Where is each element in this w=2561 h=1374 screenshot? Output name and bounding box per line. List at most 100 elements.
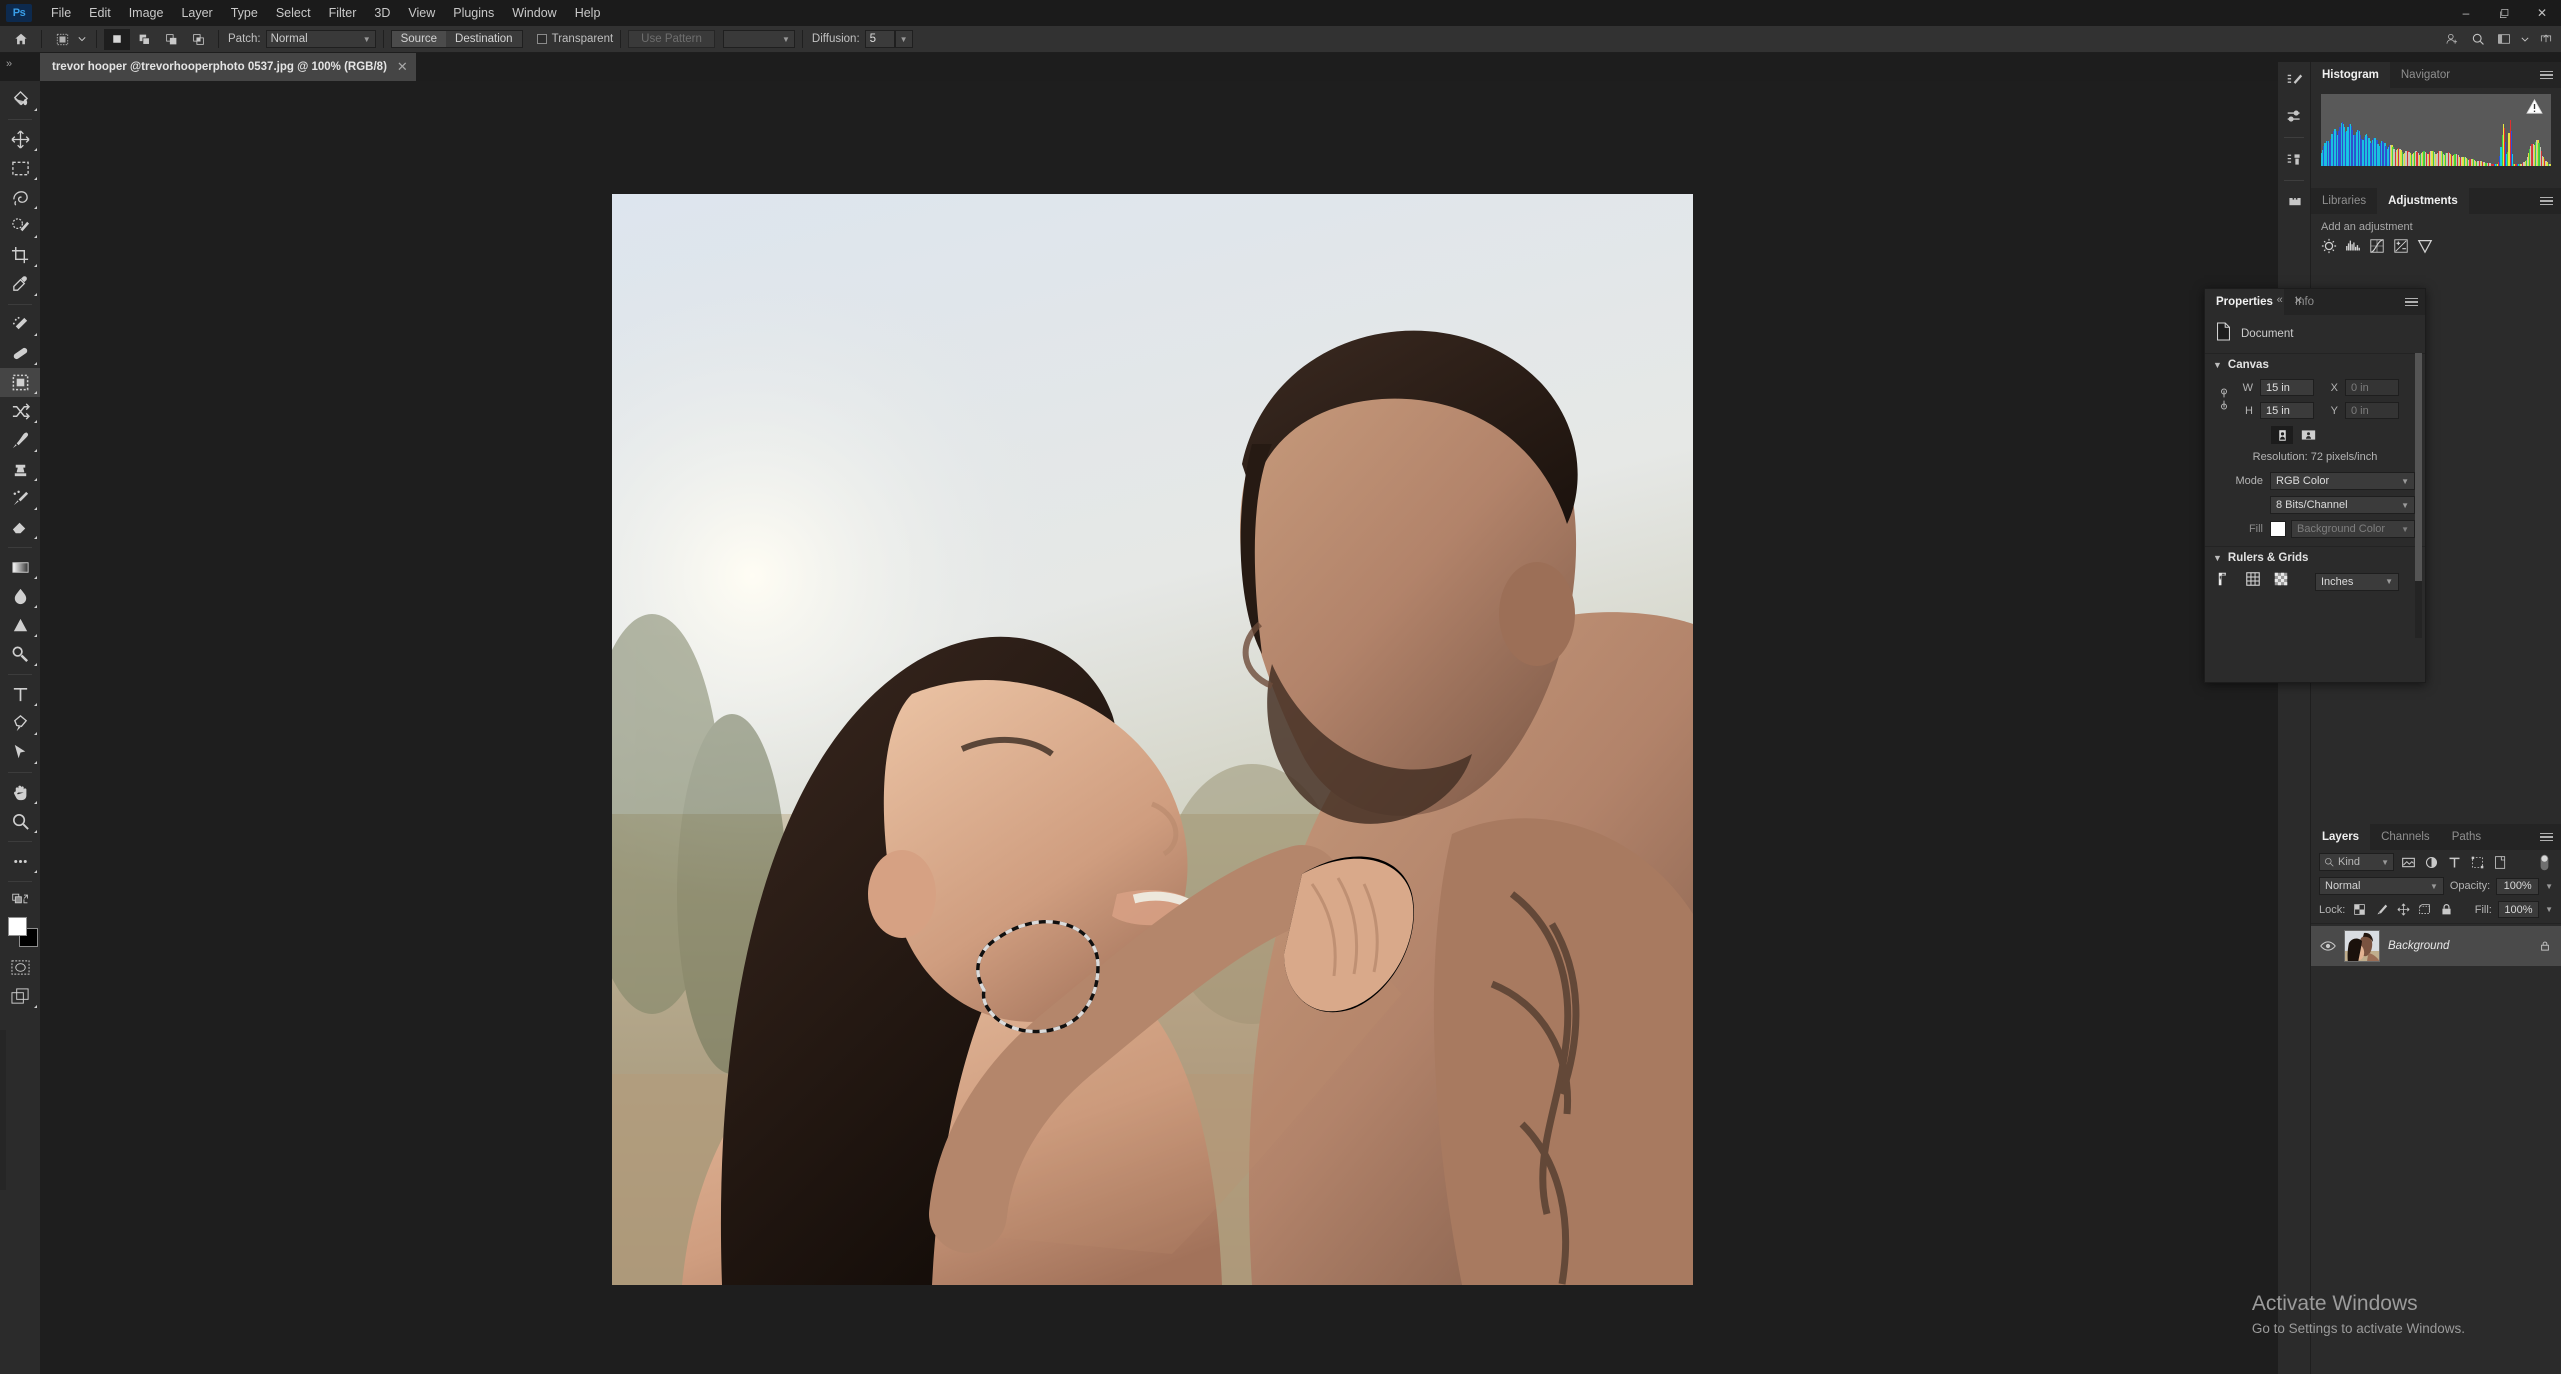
tab-navigator[interactable]: Navigator	[2390, 62, 2461, 88]
lock-icon[interactable]	[2536, 938, 2553, 955]
destination-button[interactable]: Destination	[446, 31, 522, 47]
fill-source-select[interactable]: Background Color ▼	[2291, 520, 2415, 538]
menu-item-view[interactable]: View	[399, 2, 444, 24]
crop-tool[interactable]	[0, 241, 40, 270]
units-select[interactable]: Inches ▼	[2315, 572, 2399, 591]
dodge-tool[interactable]	[0, 611, 40, 640]
workspace-icon[interactable]	[2493, 29, 2515, 49]
collapse-panels-icon[interactable]: »	[6, 58, 12, 70]
artboard-move-tool[interactable]	[0, 125, 40, 154]
shape-filter-icon[interactable]	[2469, 854, 2486, 871]
document-tab[interactable]: trevor hooper @trevorhooperphoto 0537.jp…	[40, 53, 416, 81]
tab-layers[interactable]: Layers	[2311, 824, 2371, 850]
blend-mode-select[interactable]: Normal ▼	[2319, 877, 2444, 895]
close-icon[interactable]: ✕	[397, 59, 408, 75]
menu-item-window[interactable]: Window	[503, 2, 565, 24]
grid-icon[interactable]	[2245, 571, 2261, 592]
tab-adjustments[interactable]: Adjustments	[2377, 188, 2469, 214]
canvas-section-header[interactable]: ▼ Canvas	[2205, 354, 2425, 376]
panel-menu-icon[interactable]	[2532, 188, 2561, 214]
canvas-x-input[interactable]: 0 in	[2345, 379, 2399, 396]
canvas-width-input[interactable]: 15 in	[2260, 379, 2314, 396]
screen-mode-icon[interactable]	[0, 982, 40, 1011]
layer-thumbnail[interactable]	[2344, 930, 2380, 962]
shuffle-tool[interactable]	[0, 397, 40, 426]
menu-item-3d[interactable]: 3D	[365, 2, 399, 24]
brush-presets-icon[interactable]	[2278, 98, 2311, 134]
menu-item-file[interactable]: File	[42, 2, 80, 24]
move-tool[interactable]	[0, 85, 40, 114]
opacity-value[interactable]: 100%	[2496, 877, 2540, 895]
lock-all-icon[interactable]	[2439, 901, 2455, 918]
menu-item-help[interactable]: Help	[566, 2, 610, 24]
hand-tool[interactable]	[0, 778, 40, 807]
table-row[interactable]: Background	[2311, 926, 2561, 966]
tab-libraries[interactable]: Libraries	[2311, 188, 2377, 214]
fill-color-swatch[interactable]	[2270, 521, 2286, 537]
levels-icon[interactable]	[2345, 238, 2362, 255]
panel-menu-icon[interactable]	[2405, 295, 2418, 308]
fill-stepper-icon[interactable]: ▼	[2545, 905, 2553, 914]
tab-channels[interactable]: Channels	[2370, 824, 2441, 850]
spot-healing-brush-tool[interactable]	[0, 310, 40, 339]
tab-paths[interactable]: Paths	[2441, 824, 2492, 850]
portrait-orientation-icon[interactable]	[2271, 426, 2293, 444]
lock-transparency-icon[interactable]	[2351, 901, 2367, 918]
libraries-icon[interactable]	[2278, 184, 2311, 220]
maximize-button[interactable]	[2485, 0, 2523, 26]
filter-toggle-icon[interactable]	[2536, 854, 2553, 871]
patch-tool[interactable]	[0, 368, 40, 397]
menu-item-plugins[interactable]: Plugins	[444, 2, 503, 24]
minimize-button[interactable]: –	[2447, 0, 2485, 26]
collapse-icon[interactable]: «	[2277, 294, 2283, 307]
panel-menu-icon[interactable]	[2532, 62, 2561, 88]
rulers-icon[interactable]	[2217, 571, 2233, 592]
menu-item-type[interactable]: Type	[222, 2, 267, 24]
smartobject-filter-icon[interactable]	[2492, 854, 2509, 871]
vibrance-icon[interactable]	[2417, 238, 2434, 255]
menu-item-image[interactable]: Image	[120, 2, 173, 24]
menu-item-layer[interactable]: Layer	[172, 2, 221, 24]
eyedropper-tool[interactable]	[0, 270, 40, 299]
burn-tool[interactable]	[0, 640, 40, 669]
clone-stamp-tool[interactable]	[0, 455, 40, 484]
image-canvas[interactable]	[612, 194, 1693, 1285]
layer-filter-kind[interactable]: Kind ▼	[2319, 853, 2394, 871]
source-button[interactable]: Source	[391, 31, 447, 47]
canvas-stage[interactable]	[40, 81, 2278, 1374]
new-selection-icon[interactable]	[104, 28, 130, 50]
share-icon[interactable]	[2441, 29, 2463, 49]
tab-histogram[interactable]: Histogram	[2311, 62, 2390, 88]
add-to-selection-icon[interactable]	[131, 29, 157, 50]
menu-item-select[interactable]: Select	[267, 2, 320, 24]
history-brush-tool[interactable]	[0, 484, 40, 513]
patch-tool-icon[interactable]	[49, 29, 75, 50]
patch-mode-select[interactable]: Normal ▼	[265, 30, 376, 48]
pattern-picker[interactable]: ▼	[722, 30, 795, 48]
scrollbar[interactable]	[2415, 353, 2422, 638]
search-icon[interactable]	[2467, 29, 2489, 49]
intersect-selection-icon[interactable]	[185, 29, 211, 50]
color-swatches[interactable]	[0, 915, 40, 953]
fill-value[interactable]: 100%	[2497, 901, 2540, 918]
eye-icon[interactable]	[2319, 938, 2336, 955]
panel-menu-icon[interactable]	[2532, 824, 2561, 850]
diffusion-input[interactable]: 5	[864, 30, 895, 48]
canvas-y-input[interactable]: 0 in	[2345, 402, 2399, 419]
brush-settings-icon[interactable]	[2278, 62, 2311, 98]
pixel-filter-icon[interactable]	[2400, 854, 2417, 871]
chevron-down-icon[interactable]	[2519, 29, 2531, 49]
clone-source-icon[interactable]	[2278, 141, 2311, 177]
close-icon[interactable]: ✕	[2294, 294, 2303, 307]
bit-depth-select[interactable]: 8 Bits/Channel ▼	[2270, 496, 2415, 514]
close-button[interactable]: ✕	[2523, 0, 2561, 26]
swap-colors-icon[interactable]	[0, 887, 40, 909]
rulers-section-header[interactable]: ▼ Rulers & Grids	[2205, 547, 2425, 569]
opacity-stepper-icon[interactable]: ▼	[2545, 882, 2553, 891]
exposure-icon[interactable]	[2393, 238, 2410, 255]
transparent-checkbox[interactable]: Transparent	[536, 33, 613, 45]
home-icon[interactable]	[8, 29, 34, 50]
brush-tool[interactable]	[0, 426, 40, 455]
lasso-tool[interactable]	[0, 183, 40, 212]
path-selection-tool[interactable]	[0, 738, 40, 767]
